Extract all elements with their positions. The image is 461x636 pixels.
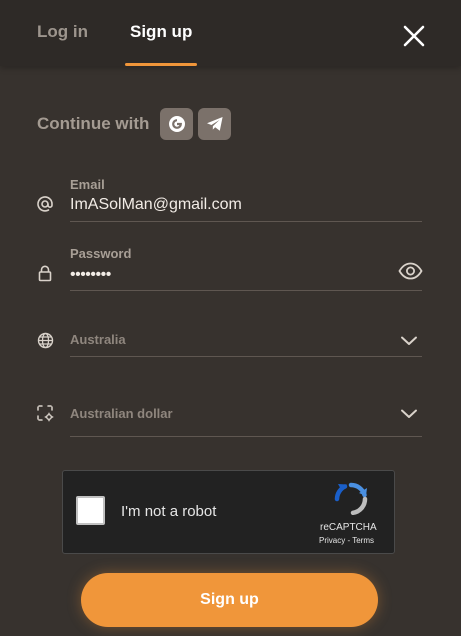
email-field[interactable]: ImASolMan@gmail.com <box>70 196 242 214</box>
recaptcha-logo-icon <box>334 482 368 516</box>
password-label: Password <box>70 246 132 261</box>
lock-icon <box>36 264 54 282</box>
recaptcha-privacy-link[interactable]: Privacy <box>319 536 345 545</box>
continue-with-label: Continue with <box>37 114 150 133</box>
country-underline <box>70 356 422 357</box>
active-tab-indicator <box>125 63 197 66</box>
recaptcha-widget: I'm not a robot reCAPTCHA Privacy - Term… <box>62 470 395 554</box>
auth-header: Log in Sign up <box>0 0 461 66</box>
currency-select[interactable]: Australian dollar <box>70 406 173 421</box>
show-password-button[interactable] <box>398 262 423 280</box>
recaptcha-checkbox[interactable] <box>76 496 105 525</box>
sign-up-button[interactable]: Sign up <box>81 573 378 627</box>
close-icon <box>403 25 425 47</box>
email-underline <box>70 221 422 222</box>
currency-underline <box>70 436 422 437</box>
recaptcha-links: Privacy - Terms <box>319 536 374 545</box>
close-button[interactable] <box>402 24 426 48</box>
currency-settings-icon <box>36 404 54 422</box>
recaptcha-label: I'm not a robot <box>121 503 217 520</box>
google-login-button[interactable] <box>160 108 193 140</box>
telegram-login-button[interactable] <box>198 108 231 140</box>
google-icon <box>168 116 185 132</box>
tab-log-in[interactable]: Log in <box>37 22 88 42</box>
country-dropdown-toggle[interactable] <box>400 334 418 346</box>
email-label: Email <box>70 177 105 192</box>
chevron-down-icon <box>401 336 417 345</box>
globe-icon <box>36 331 54 349</box>
chevron-down-icon <box>401 409 417 418</box>
at-sign-icon <box>36 195 54 213</box>
telegram-icon <box>206 117 223 131</box>
eye-icon <box>398 262 423 280</box>
recaptcha-brand: reCAPTCHA <box>320 522 377 533</box>
currency-dropdown-toggle[interactable] <box>400 407 418 419</box>
password-field[interactable]: •••••••• <box>70 266 111 284</box>
tab-sign-up[interactable]: Sign up <box>130 22 192 42</box>
country-select[interactable]: Australia <box>70 332 126 347</box>
recaptcha-terms-link[interactable]: Terms <box>352 536 374 545</box>
password-underline <box>70 290 422 291</box>
